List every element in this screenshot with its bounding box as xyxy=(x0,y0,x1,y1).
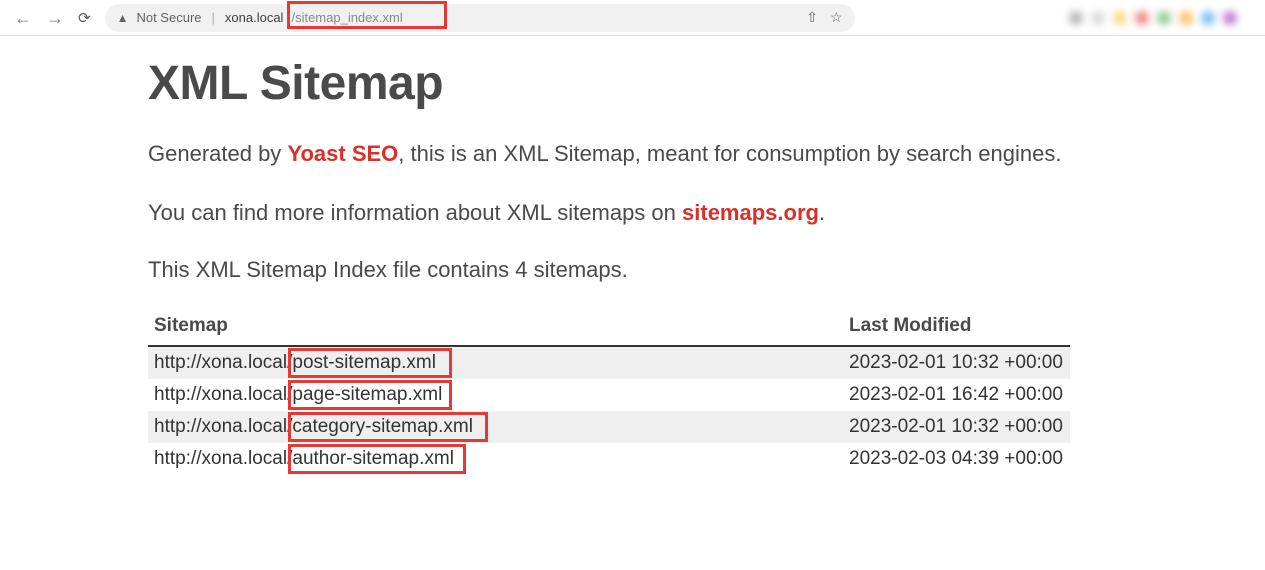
back-icon[interactable]: ← xyxy=(14,9,32,27)
generated-prefix: Generated by xyxy=(148,141,287,166)
extension-area xyxy=(863,11,1257,25)
url-prefix: http://xona.local/ xyxy=(154,384,292,405)
table-row: http://xona.local/category-sitemap.xml 2… xyxy=(148,411,1070,443)
generated-line: Generated by Yoast SEO, this is an XML S… xyxy=(148,139,1100,170)
sitemap-url-cell[interactable]: http://xona.local/post-sitemap.xml xyxy=(148,346,843,379)
url-file: page-sitemap.xml xyxy=(292,384,442,406)
url-domain: xona.local xyxy=(225,10,284,25)
more-info-line: You can find more information about XML … xyxy=(148,198,1100,229)
url-file-text: category-sitemap.xml xyxy=(292,416,473,437)
sitemap-url-cell[interactable]: http://xona.local/author-sitemap.xml xyxy=(148,443,843,475)
col-last-modified: Last Modified xyxy=(843,307,1070,346)
warning-icon: ▲ xyxy=(117,11,129,25)
url-prefix: http://xona.local/ xyxy=(154,416,292,437)
address-bar-actions: ⇧ ☆ xyxy=(806,9,842,26)
table-row: http://xona.local/author-sitemap.xml 202… xyxy=(148,443,1070,475)
page-title: XML Sitemap xyxy=(148,56,1100,111)
table-row: http://xona.local/page-sitemap.xml 2023-… xyxy=(148,379,1070,411)
extension-icon[interactable] xyxy=(1069,11,1083,25)
url-file-text: author-sitemap.xml xyxy=(292,448,454,469)
last-modified-cell: 2023-02-03 04:39 +00:00 xyxy=(843,443,1070,475)
reload-icon[interactable]: ⟳ xyxy=(78,9,91,27)
generated-suffix: , this is an XML Sitemap, meant for cons… xyxy=(398,141,1061,166)
security-label: Not Secure xyxy=(136,10,201,25)
url-file: author-sitemap.xml xyxy=(292,448,454,470)
bookmark-icon[interactable]: ☆ xyxy=(830,9,843,26)
extension-icon[interactable] xyxy=(1135,11,1149,25)
col-sitemap: Sitemap xyxy=(148,307,843,346)
extension-icon[interactable] xyxy=(1179,11,1193,25)
sitemaps-org-link[interactable]: sitemaps.org xyxy=(682,200,819,225)
url-path: /sitemap_index.xml xyxy=(291,10,402,25)
sitemap-url-cell[interactable]: http://xona.local/page-sitemap.xml xyxy=(148,379,843,411)
yoast-link[interactable]: Yoast SEO xyxy=(287,141,398,166)
table-row: http://xona.local/post-sitemap.xml 2023-… xyxy=(148,346,1070,379)
url-path-text: /sitemap_index.xml xyxy=(291,10,402,25)
url-prefix: http://xona.local/ xyxy=(154,448,292,469)
extension-icon[interactable] xyxy=(1201,11,1215,25)
url-file: category-sitemap.xml xyxy=(292,416,473,438)
browser-toolbar: ← → ⟳ ▲ Not Secure | xona.local /sitemap… xyxy=(0,0,1265,36)
share-icon[interactable]: ⇧ xyxy=(806,9,818,26)
extension-icon[interactable] xyxy=(1091,11,1105,25)
sitemap-count-line: This XML Sitemap Index file contains 4 s… xyxy=(148,257,1100,283)
extension-icon[interactable] xyxy=(1157,11,1171,25)
url-file: post-sitemap.xml xyxy=(292,352,436,374)
sitemap-url-cell[interactable]: http://xona.local/category-sitemap.xml xyxy=(148,411,843,443)
table-header-row: Sitemap Last Modified xyxy=(148,307,1070,346)
sitemap-table: Sitemap Last Modified http://xona.local/… xyxy=(148,307,1070,475)
last-modified-cell: 2023-02-01 10:32 +00:00 xyxy=(843,346,1070,379)
more-info-prefix: You can find more information about XML … xyxy=(148,200,682,225)
nav-buttons: ← → ⟳ xyxy=(8,9,97,27)
address-bar[interactable]: ▲ Not Secure | xona.local /sitemap_index… xyxy=(105,4,855,32)
url-prefix: http://xona.local/ xyxy=(154,352,292,373)
more-info-suffix: . xyxy=(819,200,825,225)
extension-icon[interactable] xyxy=(1223,11,1237,25)
last-modified-cell: 2023-02-01 10:32 +00:00 xyxy=(843,411,1070,443)
url-divider: | xyxy=(212,10,215,25)
forward-icon[interactable]: → xyxy=(46,9,64,27)
last-modified-cell: 2023-02-01 16:42 +00:00 xyxy=(843,379,1070,411)
url-file-text: page-sitemap.xml xyxy=(292,384,442,405)
extension-icon[interactable] xyxy=(1113,11,1127,25)
page-content: XML Sitemap Generated by Yoast SEO, this… xyxy=(0,36,1100,475)
url-file-text: post-sitemap.xml xyxy=(292,352,436,373)
